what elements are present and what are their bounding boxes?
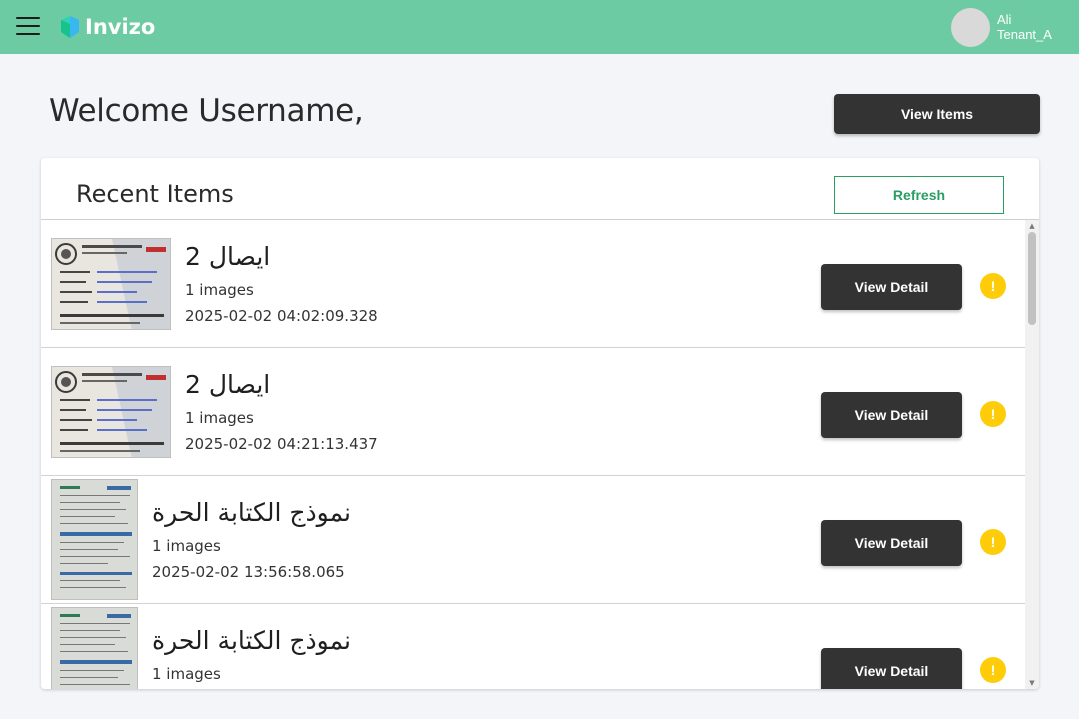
list-item[interactable]: نموذج الكتابة الحرة 1 images View Detail… [41, 604, 1025, 689]
view-detail-button[interactable]: View Detail [821, 520, 962, 566]
item-title: ايصال 2 [185, 370, 271, 399]
warning-icon: ! [980, 273, 1006, 299]
welcome-heading: Welcome Username, [49, 93, 364, 129]
scrollbar-thumb[interactable] [1028, 232, 1036, 325]
list-item[interactable]: ايصال 2 1 images 2025-02-02 04:21:13.437… [41, 348, 1025, 476]
item-date: 2025-02-02 04:02:09.328 [185, 307, 378, 325]
user-info[interactable]: Ali Tenant_A [997, 12, 1052, 42]
item-date: 2025-02-02 04:21:13.437 [185, 435, 378, 453]
list-item[interactable]: نموذج الكتابة الحرة 1 images 2025-02-02 … [41, 476, 1025, 604]
view-detail-button[interactable]: View Detail [821, 264, 962, 310]
tenant-name: Tenant_A [997, 27, 1052, 42]
scroll-up-icon[interactable]: ▲ [1028, 222, 1036, 230]
brand-name: Invizo [85, 15, 156, 39]
list-item[interactable]: ايصال 2 1 images 2025-02-02 04:02:09.328… [41, 220, 1025, 348]
user-name: Ali [997, 12, 1012, 27]
view-items-button[interactable]: View Items [834, 94, 1040, 134]
card-title: Recent Items [76, 180, 234, 208]
form-thumbnail [51, 479, 138, 600]
vertical-scrollbar[interactable]: ▲ ▼ [1025, 220, 1039, 689]
warning-icon: ! [980, 529, 1006, 555]
refresh-button[interactable]: Refresh [834, 176, 1004, 214]
form-thumbnail [51, 607, 138, 689]
item-image-count: 1 images [185, 409, 254, 427]
item-title: نموذج الكتابة الحرة [152, 498, 351, 527]
receipt-thumbnail [51, 238, 171, 330]
item-title: ايصال 2 [185, 242, 271, 271]
hamburger-menu-icon[interactable] [16, 16, 40, 36]
item-image-count: 1 images [152, 665, 221, 683]
item-image-count: 1 images [185, 281, 254, 299]
brand-logo[interactable]: Invizo [57, 13, 155, 41]
top-app-bar: Invizo Ali Tenant_A [0, 0, 1079, 54]
view-detail-button[interactable]: View Detail [821, 392, 962, 438]
scroll-down-icon[interactable]: ▼ [1028, 679, 1036, 687]
item-title: نموذج الكتابة الحرة [152, 626, 351, 655]
warning-icon: ! [980, 657, 1006, 683]
item-date: 2025-02-02 13:56:58.065 [152, 563, 345, 581]
item-image-count: 1 images [152, 537, 221, 555]
receipt-thumbnail [51, 366, 171, 458]
view-detail-button[interactable]: View Detail [821, 648, 962, 689]
user-avatar[interactable] [951, 8, 990, 47]
recent-items-list[interactable]: ايصال 2 1 images 2025-02-02 04:02:09.328… [41, 220, 1025, 689]
warning-icon: ! [980, 401, 1006, 427]
invizo-logo-icon [57, 14, 83, 40]
recent-items-card: Recent Items Refresh ايصال 2 1 images 20… [41, 158, 1039, 689]
